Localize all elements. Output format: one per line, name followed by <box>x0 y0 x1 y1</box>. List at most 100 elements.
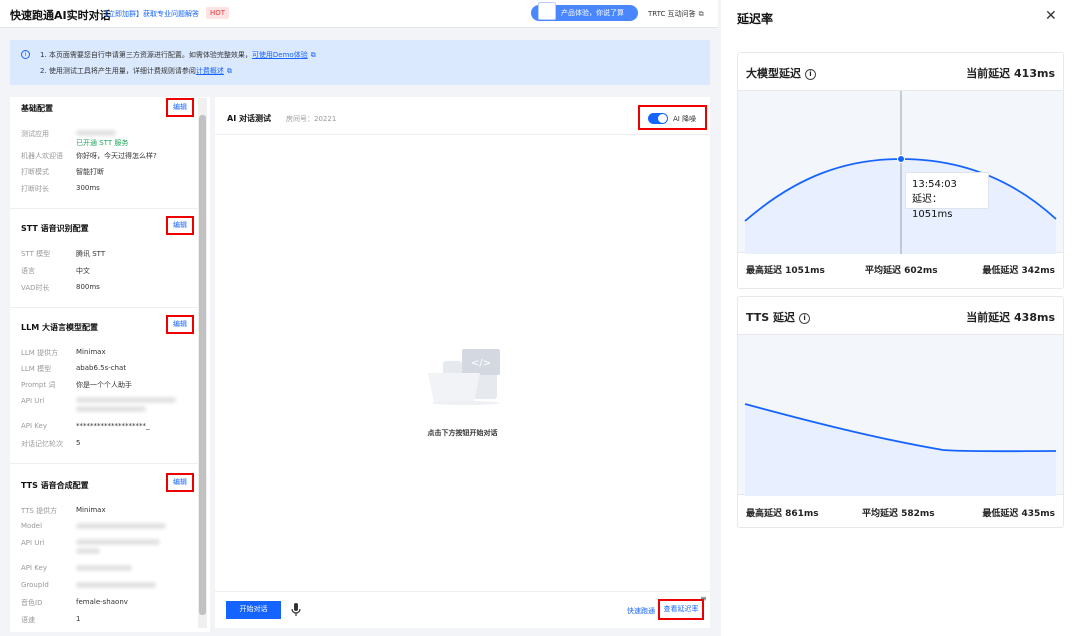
config-value: 300ms <box>76 184 100 192</box>
llm-latency-title-text: 大模型延迟 <box>746 67 801 80</box>
config-label: 音色ID <box>21 599 43 607</box>
info-icon[interactable]: i <box>799 313 811 324</box>
blurred-value <box>76 539 160 545</box>
view-latency-link[interactable]: 查看延迟率 <box>658 599 704 620</box>
config-panel: 基础配置 编辑 测试应用 已开通 STT 服务 机器人欢迎语 你好呀，今天过得怎… <box>10 97 210 632</box>
tts-latency-title: TTS 延迟 i <box>746 309 811 325</box>
edit-tts-button[interactable]: 编辑 <box>166 473 194 492</box>
config-value: 中文 <box>76 267 90 275</box>
config-label: Prompt 词 <box>21 381 56 389</box>
config-value: Minimax <box>76 506 106 514</box>
edit-llm-button[interactable]: 编辑 <box>166 315 194 334</box>
notice-line-1: 1. 本页面需要您自行申请第三方资源进行配置。如需体验完整效果，可使用Demo体… <box>40 50 316 60</box>
join-group-link[interactable]: 【立即加群】获取专业问题解答 <box>101 9 199 19</box>
config-label: 语言 <box>21 267 35 275</box>
tts-max-latency: 最高延迟 861ms <box>746 509 819 519</box>
drawer-title: 延迟率 <box>737 12 774 26</box>
blurred-value <box>76 523 166 529</box>
config-value: Minimax <box>76 348 106 356</box>
billing-link[interactable]: 计费概述 <box>196 67 224 75</box>
blurred-value <box>76 397 176 403</box>
llm-max-latency: 最高延迟 1051ms <box>746 266 825 276</box>
scrollbar-thumb[interactable] <box>199 115 206 615</box>
info-icon: i <box>21 50 30 59</box>
tooltip-value: 延迟：1051ms <box>912 194 953 220</box>
hover-point[interactable] <box>897 155 905 163</box>
microphone-icon[interactable] <box>291 603 301 617</box>
config-label: VAD时长 <box>21 284 50 292</box>
config-label: STT 模型 <box>21 250 51 258</box>
tts-latency-chart <box>738 334 1063 496</box>
basic-config-title: 基础配置 <box>21 104 53 113</box>
config-label: 打断模式 <box>21 168 49 176</box>
empty-state-hint: 点击下方按钮开始对话 <box>427 429 498 437</box>
config-value: 5 <box>76 439 81 447</box>
product-feedback-button[interactable]: 产品体验，你说了算 <box>531 2 638 21</box>
chat-test-panel: AI 对话测试 房间号：20221 AI 降噪 </> 点击下方按钮开始对话 开… <box>215 97 710 628</box>
llm-latency-card: 大模型延迟 i 当前延迟 413ms 13:54:03 延迟：1051ms 最高延… <box>737 52 1064 289</box>
llm-current-latency: 当前延迟 413ms <box>966 67 1055 80</box>
config-label: 打断时长 <box>21 185 49 193</box>
close-icon[interactable]: ✕ <box>1045 8 1057 24</box>
config-label: LLM 提供方 <box>21 349 59 357</box>
edit-basic-button[interactable]: 编辑 <box>166 98 194 117</box>
tts-latency-card: TTS 延迟 i 当前延迟 438ms 最高延迟 861ms 平均延迟 582ms… <box>737 296 1064 528</box>
panel-divider <box>215 134 710 135</box>
hot-badge: HOT <box>206 7 230 19</box>
edit-stt-button[interactable]: 编辑 <box>166 216 194 235</box>
config-value: 你好呀，今天过得怎么样? <box>76 152 157 160</box>
empty-folder-icon: </> <box>428 349 500 405</box>
blurred-value <box>76 548 100 554</box>
notice-banner: i 1. 本页面需要您自行申请第三方资源进行配置。如需体验完整效果，可使用Dem… <box>10 40 710 85</box>
config-label: API Key <box>21 422 47 430</box>
llm-latency-chart: 13:54:03 延迟：1051ms <box>738 90 1063 254</box>
quick-start-link[interactable]: 快速跑通 <box>627 606 655 616</box>
notice-text: 1. 本页面需要您自行申请第三方资源进行配置。如需体验完整效果， <box>40 51 252 59</box>
notice-line-2: 2. 使用测试工具将产生用量，详细计费规则请参阅计费概述 ⧉ <box>40 66 232 76</box>
ai-noise-reduction-control: AI 降噪 <box>638 105 707 130</box>
config-label: Model <box>21 522 43 530</box>
feedback-icon <box>538 2 556 20</box>
tts-latency-title-text: TTS 延迟 <box>746 311 796 324</box>
llm-avg-latency: 平均延迟 602ms <box>865 266 938 276</box>
tts-avg-latency: 平均延迟 582ms <box>862 509 935 519</box>
chat-test-title: AI 对话测试 <box>227 114 271 123</box>
room-number: 房间号：20221 <box>286 115 337 123</box>
external-link-icon: ⧉ <box>310 51 316 59</box>
trtc-qa-label: TRTC 互动问答 <box>648 10 696 18</box>
config-value: female-shaonv <box>76 598 128 606</box>
demo-link[interactable]: 可使用Demo体验 <box>252 51 308 59</box>
tts-min-latency: 最低延迟 435ms <box>982 509 1055 519</box>
llm-config-title: LLM 大语言模型配置 <box>21 323 98 332</box>
menu-icon[interactable]: ≡ <box>700 594 707 603</box>
blurred-value <box>76 130 116 136</box>
trtc-qa-link[interactable]: TRTC 互动问答 ⧉ <box>648 9 704 19</box>
config-label: GroupId <box>21 581 49 589</box>
config-label: TTS 提供方 <box>21 507 58 515</box>
toggle-knob <box>658 114 667 123</box>
config-label: API Url <box>21 539 45 547</box>
notice-text: 2. 使用测试工具将产生用量，详细计费规则请参阅 <box>40 67 196 75</box>
config-value: 800ms <box>76 283 100 291</box>
section-divider <box>10 463 200 464</box>
config-value: 智能打断 <box>76 168 104 176</box>
config-label: 测试应用 <box>21 130 49 138</box>
llm-latency-curve <box>744 91 1057 254</box>
page-title: 快速跑通AI实时对话 <box>10 9 111 22</box>
ai-noise-reduction-toggle[interactable] <box>648 113 668 124</box>
blurred-value <box>76 565 132 571</box>
config-label: LLM 模型 <box>21 365 52 373</box>
config-label: 对话记忆轮次 <box>21 440 63 448</box>
panel-divider <box>215 591 710 592</box>
llm-latency-title: 大模型延迟 i <box>746 65 816 81</box>
stt-service-status: 已开通 STT 服务 <box>76 139 129 147</box>
config-value: 1 <box>76 615 81 623</box>
info-icon[interactable]: i <box>805 69 816 80</box>
config-value: 腾讯 STT <box>76 250 106 258</box>
external-link-icon: ⧉ <box>226 67 232 75</box>
config-label: 语速 <box>21 616 35 624</box>
start-conversation-button[interactable]: 开始对话 <box>226 601 281 619</box>
llm-min-latency: 最低延迟 342ms <box>982 266 1055 276</box>
tts-area-fill <box>745 404 1056 496</box>
stt-config-title: STT 语音识别配置 <box>21 224 89 233</box>
